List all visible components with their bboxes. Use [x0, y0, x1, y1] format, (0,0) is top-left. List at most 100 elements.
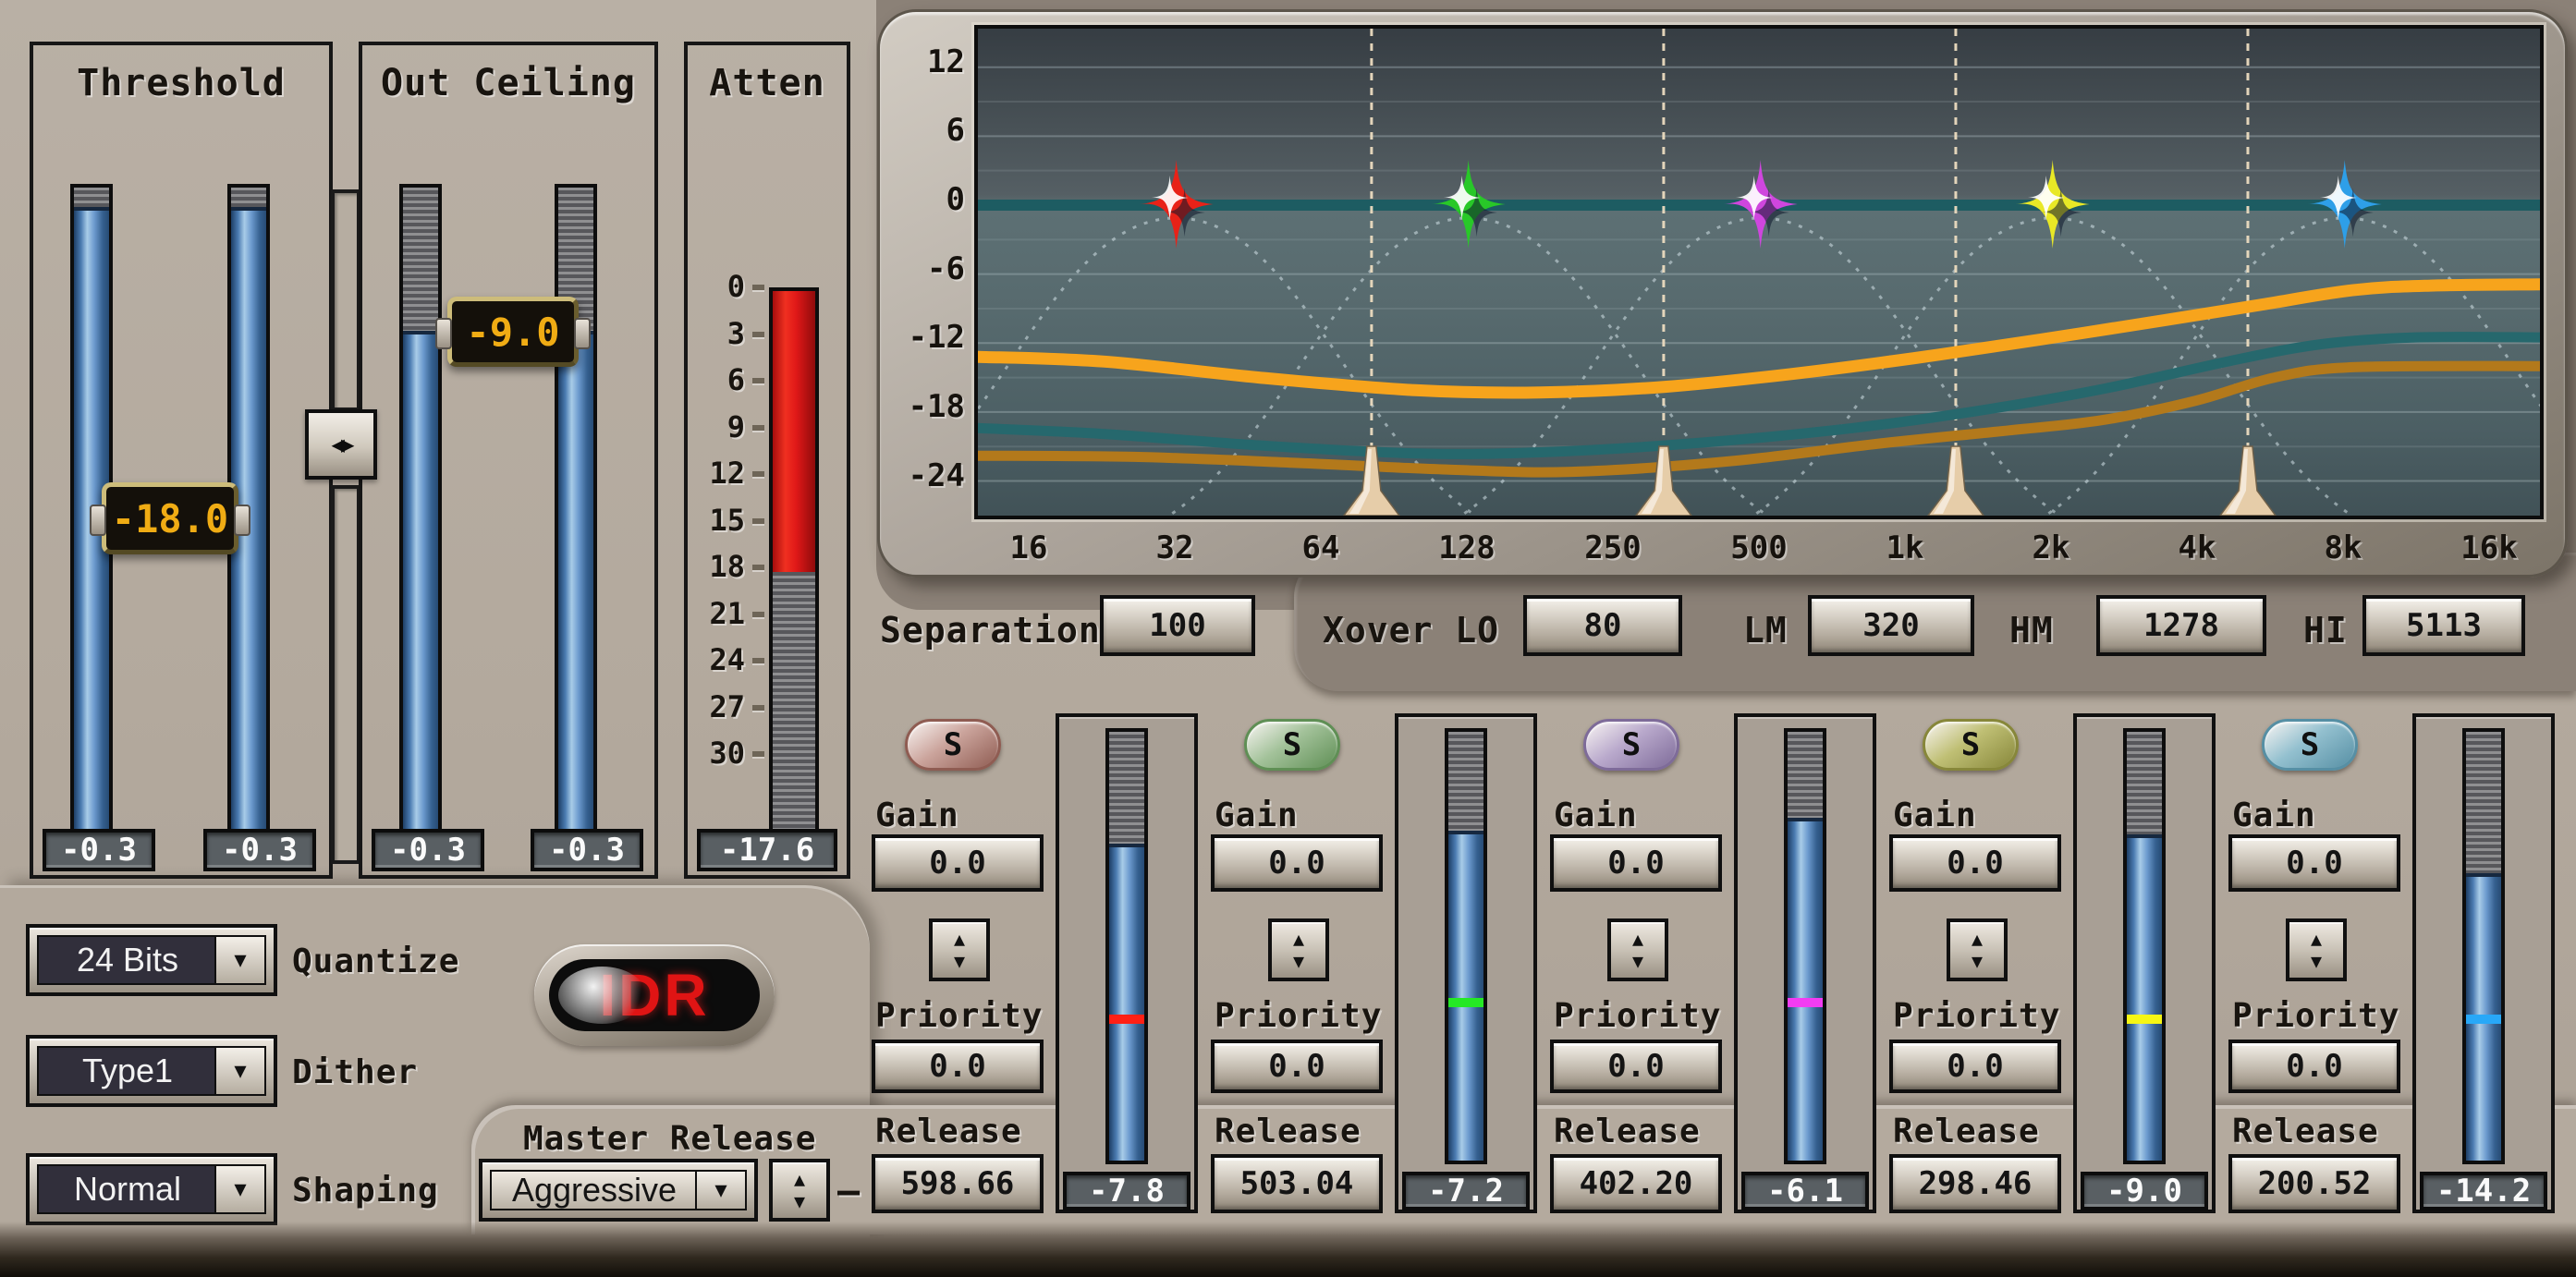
band5-solo-button[interactable]: S [2262, 719, 2358, 771]
band2-solo-button[interactable]: S [1244, 719, 1340, 771]
band4-release-value[interactable]: 298.46 [1889, 1154, 2061, 1213]
atten-scale-tick [752, 518, 764, 524]
stepper-down-icon[interactable]: ▼ [794, 1192, 805, 1210]
threshold-ceiling-link-button[interactable]: ◀▶ [305, 409, 377, 480]
stepper-up-icon[interactable]: ▲ [954, 930, 965, 948]
dither-dropdown[interactable]: Type1 ▼ [26, 1035, 277, 1107]
stepper-down-icon[interactable]: ▼ [1632, 952, 1643, 970]
xover-hi-value[interactable]: 5113 [2362, 595, 2525, 656]
y-axis-tick: 12 [885, 43, 965, 80]
band5-gain-value[interactable]: 0.0 [2228, 834, 2400, 892]
y-axis-tick: 6 [885, 112, 965, 149]
band1-meter-fill [1109, 844, 1144, 1161]
threshold-value-tag[interactable]: -18.0 [102, 482, 238, 554]
link-groove-bottom [331, 485, 360, 864]
out-ceiling-title: Out Ceiling [362, 62, 654, 104]
band4-meter-fill [2127, 834, 2162, 1161]
band3-solo-button[interactable]: S [1583, 719, 1679, 771]
master-release-value[interactable]: Aggressive [490, 1170, 699, 1210]
band4-gain-value[interactable]: 0.0 [1889, 834, 2061, 892]
master-release-stepper[interactable]: ▲▼ [769, 1159, 830, 1222]
band2-gain-value[interactable]: 0.0 [1211, 834, 1383, 892]
band2-release-value[interactable]: 503.04 [1211, 1154, 1383, 1213]
band4-priority-tick[interactable] [2127, 1015, 2162, 1024]
band3-gain-value[interactable]: 0.0 [1550, 834, 1722, 892]
band2-priority-tick[interactable] [1448, 998, 1483, 1007]
shaping-dropdown[interactable]: Normal ▼ [26, 1153, 277, 1225]
stepper-up-icon[interactable]: ▲ [1972, 930, 1983, 948]
separation-label: Separation [880, 610, 1101, 651]
atten-scale-label: 9 [688, 409, 745, 444]
quantize-dropdown-arrow-icon[interactable]: ▼ [214, 935, 266, 985]
x-axis-tick: 8k [2278, 529, 2408, 566]
atten-scale-label: 24 [688, 642, 745, 677]
band4-gain-stepper[interactable]: ▲▼ [1947, 918, 2008, 981]
band1-priority-value[interactable]: 0.0 [872, 1040, 1044, 1093]
x-axis-tick: 16k [2424, 529, 2554, 566]
separation-value[interactable]: 100 [1100, 595, 1255, 656]
plugin-window: Threshold -18.0 -0.3 -0.3 ◀▶ Out Ceiling… [0, 0, 2576, 1277]
band3-gain-stepper[interactable]: ▲▼ [1607, 918, 1668, 981]
stepper-up-icon[interactable]: ▲ [2311, 930, 2322, 948]
band2-meter: -7.2 [1395, 713, 1537, 1213]
band5-priority-tick[interactable] [2466, 1015, 2501, 1024]
band2-priority-value[interactable]: 0.0 [1211, 1040, 1383, 1093]
band5-release-value[interactable]: 200.52 [2228, 1154, 2400, 1213]
threshold-peak-right: -0.3 [203, 829, 316, 871]
band1-priority-tick[interactable] [1109, 1015, 1144, 1024]
stepper-down-icon[interactable]: ▼ [1293, 952, 1304, 970]
band4-priority-value[interactable]: 0.0 [1889, 1040, 2061, 1093]
band2-gain-stepper[interactable]: ▲▼ [1268, 918, 1329, 981]
band1-release-value[interactable]: 598.66 [872, 1154, 1044, 1213]
master-release-dropdown[interactable]: Aggressive ▼ [479, 1159, 758, 1222]
dither-dropdown-arrow-icon[interactable]: ▼ [214, 1046, 266, 1096]
out-ceiling-fader-right[interactable] [555, 184, 597, 842]
shaping-value[interactable]: Normal [37, 1164, 218, 1214]
idr-logo-text: IDR [599, 961, 709, 1029]
band5-priority-value[interactable]: 0.0 [2228, 1040, 2400, 1093]
out-ceiling-value-tag[interactable]: -9.0 [447, 297, 579, 367]
threshold-peak-left: -0.3 [43, 829, 155, 871]
xover-lo-value[interactable]: 80 [1523, 595, 1682, 656]
xover-hm-value[interactable]: 1278 [2096, 595, 2266, 656]
stepper-down-icon[interactable]: ▼ [2311, 952, 2322, 970]
stepper-down-icon[interactable]: ▼ [954, 952, 965, 970]
quantize-label: Quantize [292, 943, 459, 980]
band3-release-value[interactable]: 402.20 [1550, 1154, 1722, 1213]
dither-label: Dither [292, 1053, 418, 1091]
x-axis-tick: 128 [1402, 529, 1532, 566]
atten-scale-label: 27 [688, 689, 745, 724]
band1-gain-value[interactable]: 0.0 [872, 834, 1044, 892]
band1-solo-button[interactable]: S [905, 719, 1001, 771]
band1-priority-label: Priority [875, 997, 1043, 1035]
y-axis-tick: -18 [885, 388, 965, 425]
quantize-dropdown[interactable]: 24 Bits ▼ [26, 924, 277, 996]
quantize-value[interactable]: 24 Bits [37, 935, 218, 985]
stepper-up-icon[interactable]: ▲ [1632, 930, 1643, 948]
band3-priority-value[interactable]: 0.0 [1550, 1040, 1722, 1093]
band5-gain-stepper[interactable]: ▲▼ [2286, 918, 2347, 981]
atten-scale-tick [752, 332, 764, 337]
atten-meter-fill [773, 291, 815, 572]
band2-release-label: Release [1215, 1113, 1361, 1150]
stepper-up-icon[interactable]: ▲ [1293, 930, 1304, 948]
atten-scale-label: 3 [688, 316, 745, 351]
band1-gain-stepper[interactable]: ▲▼ [929, 918, 990, 981]
link-groove-top [331, 189, 360, 411]
dither-value[interactable]: Type1 [37, 1046, 218, 1096]
band3-meter-track [1784, 728, 1826, 1164]
band3-priority-tick[interactable] [1788, 998, 1823, 1007]
shaping-dropdown-arrow-icon[interactable]: ▼ [214, 1164, 266, 1214]
xover-lm-value[interactable]: 320 [1808, 595, 1974, 656]
frequency-graph[interactable] [974, 25, 2544, 519]
stepper-down-icon[interactable]: ▼ [1972, 952, 1983, 970]
band4-release-label: Release [1893, 1113, 2040, 1150]
out-ceiling-fader-left[interactable] [399, 184, 442, 842]
stepper-up-icon[interactable]: ▲ [794, 1170, 805, 1188]
band2-meter-track [1445, 728, 1487, 1164]
band4-solo-button[interactable]: S [1923, 719, 2019, 771]
atten-scale-label: 18 [688, 549, 745, 584]
band3-release-label: Release [1554, 1113, 1701, 1150]
master-release-arrow-icon[interactable]: ▼ [695, 1170, 747, 1210]
band2-meter-fill [1448, 831, 1483, 1161]
